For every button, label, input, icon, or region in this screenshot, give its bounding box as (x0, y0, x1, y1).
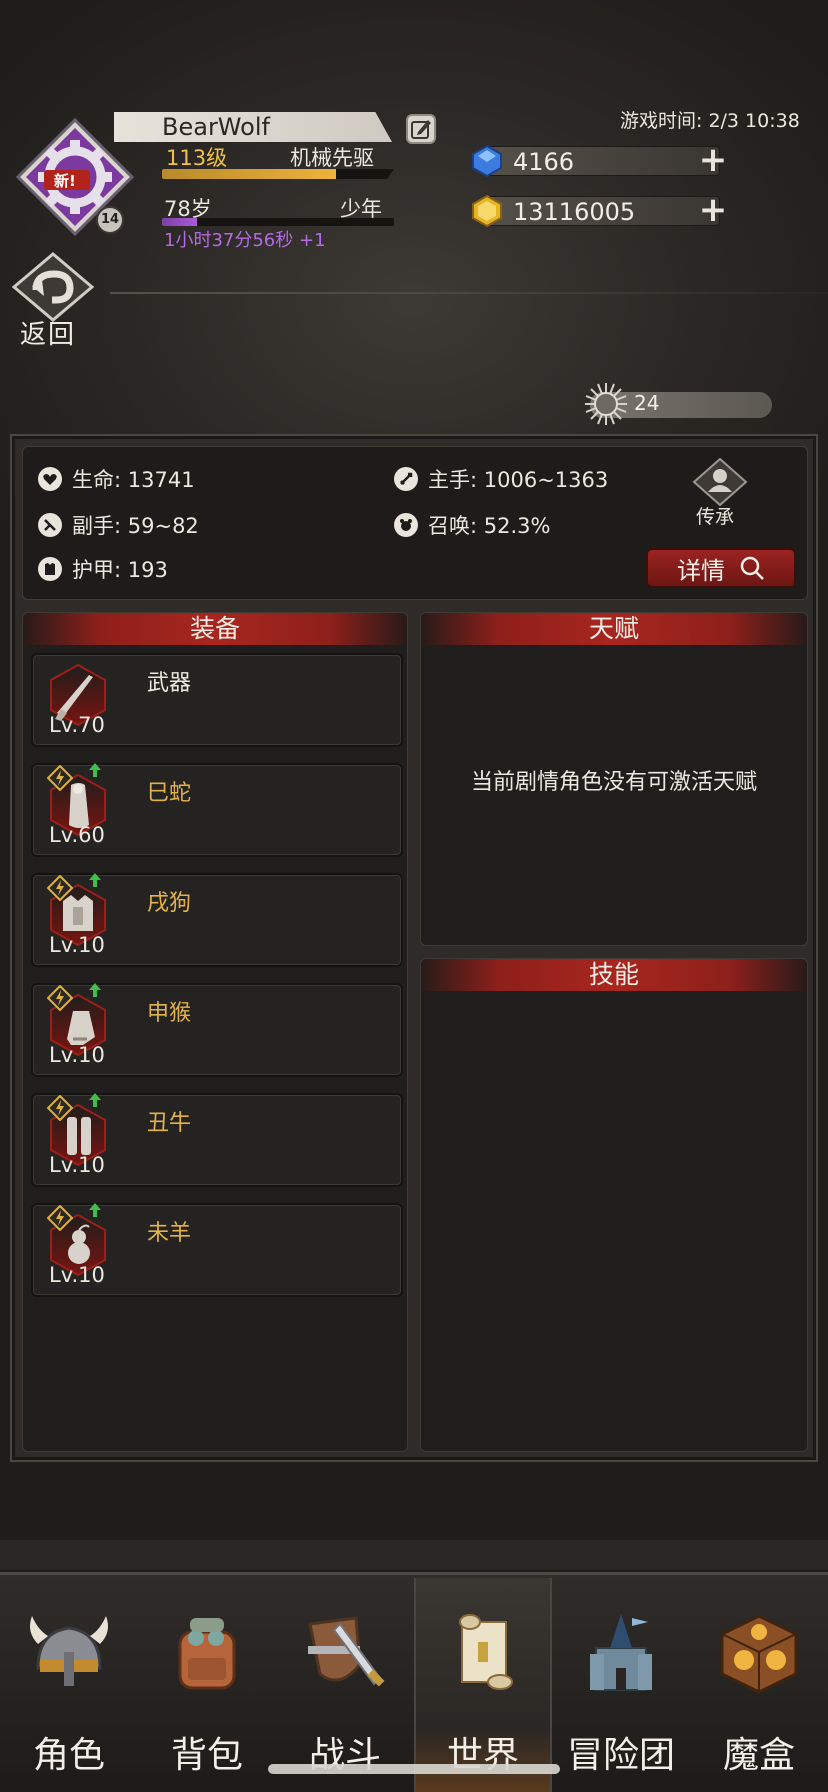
off-hand-weapon-icon (38, 513, 62, 537)
upgrade-arrow-icon (89, 983, 101, 997)
back-arrow-icon (11, 252, 95, 322)
armor-vest-icon (38, 557, 62, 581)
home-indicator[interactable] (268, 1764, 560, 1774)
inherit-label[interactable]: 传承 (696, 502, 734, 529)
equipment-name: 巳蛇 (147, 781, 192, 806)
equipment-name: 丑牛 (147, 1111, 192, 1136)
new-badge-label: 新! (54, 172, 76, 190)
main-hand-weapon-icon (394, 467, 418, 491)
header-divider (110, 292, 828, 294)
add-gems-button[interactable]: + (698, 143, 728, 177)
equipment-name: 武器 (147, 671, 192, 696)
nav-tab-label: 魔盒 (722, 1735, 795, 1776)
heart-icon (38, 467, 62, 491)
upgrade-arrow-icon (89, 1203, 101, 1217)
nav-tab[interactable]: 背包 (138, 1578, 276, 1792)
pencil-icon (411, 120, 431, 139)
equipment-level: Lv.10 (49, 1153, 105, 1177)
gold-value: 13116005 (513, 198, 636, 226)
equipment-header: 装备 (23, 613, 407, 645)
nav-top-strip (0, 1540, 828, 1570)
stat-main-hand: 主手: 1006~1363 (394, 464, 608, 494)
gem-value: 4166 (513, 148, 575, 176)
equipment-name: 申猴 (147, 1001, 192, 1026)
scroll-icon (459, 1614, 513, 1690)
castle-icon (590, 1614, 652, 1691)
backpack-icon (178, 1618, 236, 1690)
avatar-level-bubble: 14 (96, 206, 124, 234)
details-button[interactable]: 详情 (646, 548, 796, 588)
player-name: BearWolf (114, 112, 392, 142)
stat-off-hand-label: 副手: 59~82 (72, 514, 199, 538)
equipment-panel: 装备 武器 Lv.70 巳蛇 Lv.60 戌狗 Lv.10 申猴 Lv.10 丑牛 Lv.10 未羊… (22, 612, 408, 1452)
blue-gem-icon (472, 144, 502, 178)
summon-beast-icon (394, 513, 418, 537)
rank-diamond-icon (47, 1095, 73, 1121)
nav-tab-label: 角色 (32, 1735, 105, 1776)
search-icon (740, 556, 764, 580)
upgrade-arrow-icon (89, 1093, 101, 1107)
sun-counter-value: 24 (634, 391, 660, 415)
equipment-slot[interactable]: 巳蛇 Lv.60 (31, 763, 403, 857)
rank-diamond-icon (47, 1205, 73, 1231)
details-button-label: 详情 (677, 556, 725, 585)
gold-gem-icon (472, 194, 502, 228)
edit-name-button[interactable] (406, 114, 436, 144)
player-level: 113级 (166, 146, 228, 170)
talent-empty-message: 当前剧情角色没有可激活天赋 (470, 770, 757, 795)
stat-hp-label: 生命: 13741 (72, 468, 195, 492)
gold-counter: 13116005 (482, 196, 720, 226)
game-time: 游戏时间: 2/3 10:38 (620, 110, 800, 132)
level-progress-fill (162, 169, 336, 179)
nav-tab[interactable]: 冒险团 (552, 1578, 690, 1792)
rank-diamond-icon (47, 765, 73, 791)
back-label[interactable]: 返回 (20, 314, 76, 351)
magic-box-icon (720, 1614, 798, 1694)
skills-header: 技能 (421, 959, 807, 991)
level-progress-bar (162, 169, 394, 179)
equipment-level: Lv.10 (49, 933, 105, 957)
sun-medal-icon (585, 383, 627, 425)
equipment-slot[interactable]: 丑牛 Lv.10 (31, 1093, 403, 1187)
equipment-slot[interactable]: 未羊 Lv.10 (31, 1203, 403, 1297)
equipment-level: Lv.10 (49, 1043, 105, 1067)
equipment-level: Lv.60 (49, 823, 105, 847)
age-progress-fill (162, 218, 197, 226)
upgrade-arrow-icon (89, 763, 101, 777)
stat-summon: 召唤: 52.3% (394, 510, 550, 540)
nav-tab-label: 冒险团 (566, 1735, 675, 1776)
equipment-name: 戌狗 (147, 891, 192, 916)
equipment-slot[interactable]: 申猴 Lv.10 (31, 983, 403, 1077)
helmet-icon (30, 1616, 108, 1686)
talent-header: 天赋 (421, 613, 807, 645)
stat-main-hand-label: 主手: 1006~1363 (428, 468, 609, 492)
upgrade-arrow-icon (89, 873, 101, 887)
back-button[interactable] (11, 252, 95, 322)
shield-sword-icon (308, 1616, 385, 1687)
nav-tab[interactable]: 战斗 (276, 1578, 414, 1792)
equipment-level: Lv.10 (49, 1263, 105, 1287)
equipment-slot[interactable]: 戌狗 Lv.10 (31, 873, 403, 967)
nav-tab[interactable]: 世界 (414, 1578, 552, 1792)
age-timer: 1小时37分56秒 +1 (164, 230, 326, 251)
stat-armor: 护甲: 193 (38, 554, 168, 584)
stat-armor-label: 护甲: 193 (72, 558, 168, 582)
rank-diamond-icon (47, 875, 73, 901)
player-class: 机械先驱 (290, 146, 374, 170)
equipment-slot[interactable]: 武器 Lv.70 (31, 653, 403, 747)
inherit-portrait-icon[interactable] (692, 458, 748, 506)
nav-tab[interactable]: 角色 (0, 1578, 138, 1792)
equipment-level: Lv.70 (49, 713, 105, 737)
add-gold-button[interactable]: + (698, 193, 728, 227)
stat-off-hand: 副手: 59~82 (38, 510, 199, 540)
equipment-name: 未羊 (147, 1221, 192, 1246)
gem-counter: 4166 (482, 146, 720, 176)
rank-diamond-icon (47, 985, 73, 1011)
age-progress-bar (162, 218, 394, 226)
skills-panel: 技能 (420, 958, 808, 1452)
nav-tab[interactable]: 魔盒 (690, 1578, 828, 1792)
stat-summon-label: 召唤: 52.3% (428, 514, 551, 538)
stat-hp: 生命: 13741 (38, 464, 195, 494)
nav-tab-label: 背包 (170, 1735, 243, 1776)
